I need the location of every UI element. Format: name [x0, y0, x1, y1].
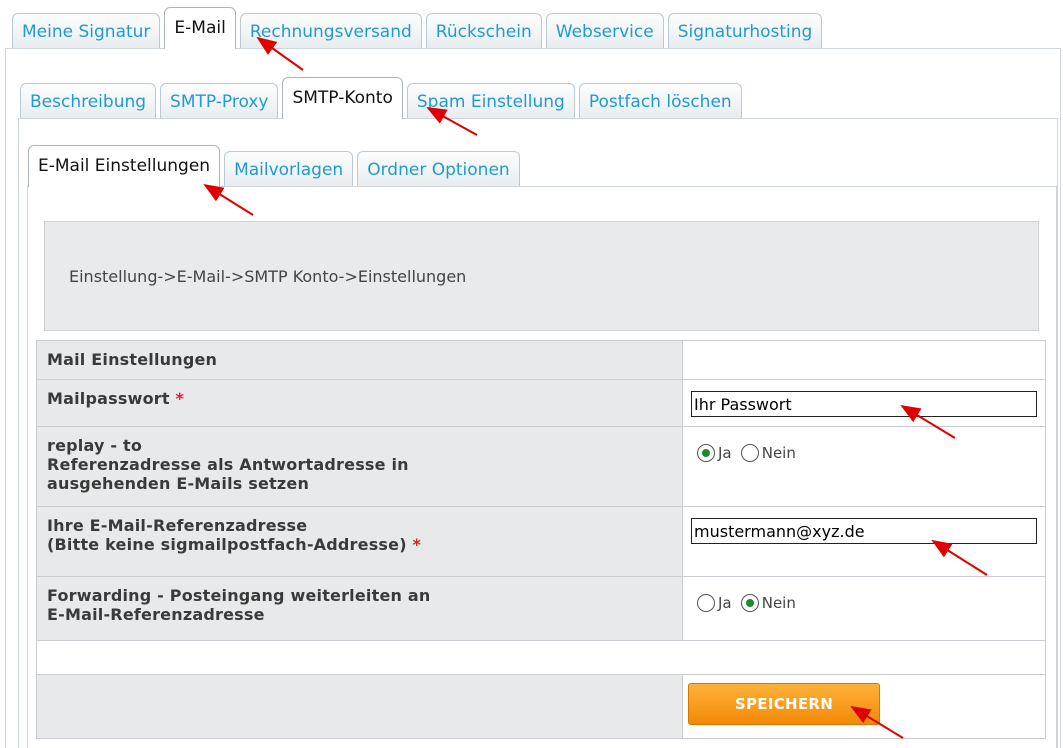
replay-yes-radio[interactable]: Ja — [697, 444, 732, 462]
form-section-header-row: Mail Einstellungen — [36, 340, 1046, 380]
required-mark: * — [412, 535, 422, 554]
tab-smtp-konto[interactable]: SMTP-Konto — [282, 77, 403, 119]
tab-rechnungsversand[interactable]: Rechnungsversand — [239, 13, 422, 49]
forwarding-row: Forwarding - Posteingang weiterleiten an… — [36, 576, 1046, 641]
radio-selected-icon — [740, 594, 759, 612]
tab-signaturhosting[interactable]: Signaturhosting — [667, 13, 823, 49]
radio-empty-icon — [697, 594, 715, 612]
forwarding-yes-radio[interactable]: Ja — [697, 594, 732, 612]
settings-form: Mail Einstellungen Mailpasswort * replay… — [36, 340, 1046, 739]
section-title: Mail Einstellungen — [36, 340, 683, 380]
replay-no-radio[interactable]: Nein — [740, 444, 796, 462]
referenzadresse-row: Ihre E-Mail-Referenzadresse (Bitte keine… — [36, 506, 1046, 577]
tab-rueckschein[interactable]: Rückschein — [425, 13, 542, 49]
referenzadresse-input[interactable] — [691, 518, 1037, 544]
tab-mailvorlagen[interactable]: Mailvorlagen — [224, 151, 354, 187]
mailpasswort-label: Mailpasswort * — [36, 379, 683, 427]
tab-email-einstellungen[interactable]: E-Mail Einstellungen — [28, 145, 221, 187]
tab-beschreibung[interactable]: Beschreibung — [20, 83, 157, 119]
tab-ordner-optionen[interactable]: Ordner Optionen — [357, 151, 520, 187]
tab-postfach-loeschen[interactable]: Postfach löschen — [578, 83, 742, 119]
breadcrumb: Einstellung->E-Mail->SMTP Konto->Einstel… — [44, 221, 1039, 331]
forwarding-label: Forwarding - Posteingang weiterleiten an… — [36, 576, 683, 641]
smtp-konto-tab-bar: E-Mail Einstellungen Mailvorlagen Ordner… — [28, 145, 524, 187]
radio-empty-icon — [740, 444, 759, 462]
tab-spam-einstellung[interactable]: Spam Einstellung — [406, 83, 575, 119]
tab-e-mail[interactable]: E-Mail — [164, 7, 236, 49]
tab-smtp-proxy[interactable]: SMTP-Proxy — [160, 83, 279, 119]
save-button[interactable]: SPEICHERN — [688, 683, 880, 725]
main-tab-bar: Meine Signatur E-Mail Rechnungsversand R… — [12, 7, 826, 49]
required-mark: * — [175, 389, 185, 408]
spacer-row — [36, 640, 1046, 675]
replay-to-label: replay - to Referenzadresse als Antworta… — [36, 426, 683, 507]
tab-webservice[interactable]: Webservice — [545, 13, 664, 49]
radio-selected-icon — [697, 444, 715, 462]
forwarding-no-radio[interactable]: Nein — [740, 594, 796, 612]
tab-meine-signatur[interactable]: Meine Signatur — [12, 13, 161, 49]
save-row: SPEICHERN — [36, 674, 1046, 739]
mailpasswort-row: Mailpasswort * — [36, 379, 1046, 427]
mailpasswort-input[interactable] — [691, 391, 1037, 417]
email-sub-tab-bar: Beschreibung SMTP-Proxy SMTP-Konto Spam … — [20, 77, 746, 119]
replay-to-row: replay - to Referenzadresse als Antworta… — [36, 426, 1046, 507]
referenzadresse-label: Ihre E-Mail-Referenzadresse (Bitte keine… — [36, 506, 683, 577]
